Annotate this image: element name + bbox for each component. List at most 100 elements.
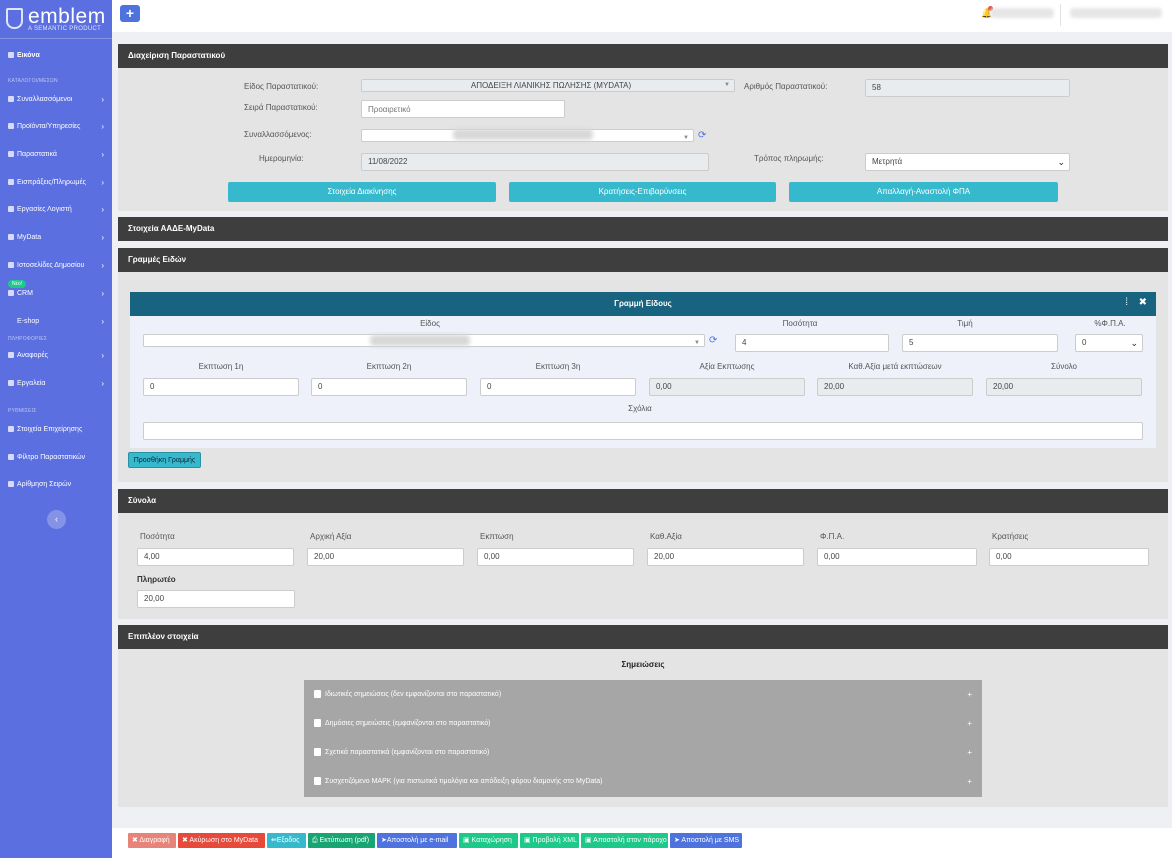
document-icon [8, 352, 14, 359]
payable-field[interactable]: 20,00 [137, 590, 295, 608]
note-label: Δημόσιες σημειώσεις (εμφανίζονται στο πα… [325, 720, 491, 727]
more-icon[interactable]: ⁞ [1125, 297, 1128, 308]
sidebar-item-eshop[interactable]: E-shop › [0, 315, 112, 329]
copy-icon [314, 748, 321, 757]
chevron-down-icon: ▼ [724, 82, 730, 88]
sidebar-item-label: Προϊόντα/Υπηρεσίες [17, 123, 81, 130]
footer-button[interactable]: ⎙ Εκτύπωση (pdf) [308, 833, 375, 848]
notes-title: Σημειώσεις [621, 660, 665, 669]
sidebar-item[interactable]: Παραστατικά › [0, 148, 112, 162]
item-label: Είδος [420, 319, 440, 328]
sidebar-item[interactable]: Αρίθμηση Σειρών [0, 478, 112, 492]
discount-value-field: 0,00 [649, 378, 805, 396]
footer-button[interactable]: ▣ Προβολή XML [520, 833, 579, 848]
totals-withholdings-label: Κρατήσεις [992, 532, 1029, 541]
sidebar-heading: ΠΛΗΡΟΦΟΡΙΕΣ [8, 336, 48, 342]
sidebar-item-dashboard[interactable]: Εικόνα [0, 49, 112, 63]
plus-icon[interactable]: + [967, 767, 972, 797]
extra-panel: Επιπλέον στοιχεία Σημειώσεις Ιδιωτικές σ… [118, 625, 1168, 807]
footer-button[interactable]: ➤ Αποστολή με SMS [670, 833, 742, 848]
totals-withholdings-field[interactable]: 0,00 [989, 548, 1149, 566]
qty-input[interactable]: 4 [735, 334, 889, 352]
company-selector[interactable] [990, 8, 1054, 18]
sidebar-collapse-button[interactable]: ‹ [47, 510, 66, 529]
plus-icon[interactable]: + [967, 680, 972, 710]
sidebar-item-crm[interactable]: CRM › [0, 287, 112, 301]
sidebar-item[interactable]: Ιστοσελίδες Δημοσίου › [0, 259, 112, 273]
footer-button[interactable]: ✖ Ακύρωση στο MyData [178, 833, 265, 848]
wrench-icon [8, 380, 14, 387]
sidebar-item-label: Ιστοσελίδες Δημοσίου [17, 262, 85, 269]
discount2-input[interactable]: 0 [311, 378, 467, 396]
delivery-details-button[interactable]: Στοιχεία Διακίνησης [228, 182, 496, 202]
note-accordion-item[interactable]: Ιδιωτικές σημειώσεις (δεν εμφανίζονται σ… [304, 680, 982, 710]
sidebar-item-label: CRM [17, 290, 33, 297]
user-menu[interactable] [1070, 8, 1162, 18]
totals-vat-field[interactable]: 0,00 [817, 548, 977, 566]
party-value-redacted [453, 129, 593, 140]
sidebar-item-reports[interactable]: Αναφορές › [0, 349, 112, 363]
comments-input[interactable] [143, 422, 1143, 440]
payment-select[interactable]: Μετρητά ⌄ [865, 153, 1070, 171]
globe-icon [8, 262, 14, 269]
doc-number-field: 58 [865, 79, 1070, 97]
discount1-input[interactable]: 0 [143, 378, 299, 396]
note-accordion-item[interactable]: Συσχετιζόμενο MAPK (για πιστωτικά τιμολό… [304, 767, 982, 797]
discount3-input[interactable]: 0 [480, 378, 636, 396]
chevron-right-icon: › [101, 351, 104, 360]
note-label: Σχετικά παραστατικά (εμφανίζονται στο πα… [325, 749, 490, 756]
aade-panel[interactable]: Στοιχεία ΑΑΔΕ-MyData [118, 217, 1168, 241]
vat-exemption-button[interactable]: Απαλλαγή-Αναστολή ΦΠΑ [789, 182, 1058, 202]
plus-icon[interactable]: + [967, 738, 972, 768]
chevron-right-icon: › [101, 289, 104, 298]
sidebar-item[interactable]: Στοιχεία Επιχείρησης [0, 423, 112, 437]
sidebar-item[interactable]: Προϊόντα/Υπηρεσίες › [0, 120, 112, 134]
chevron-down-icon: ▼ [683, 135, 689, 141]
sidebar-item-tools[interactable]: Εργαλεία › [0, 377, 112, 391]
doc-type-value: ΑΠΟΔΕΙΞΗ ΛΙΑΝΙΚΗΣ ΠΩΛΗΣΗΣ (MYDATA) [470, 81, 632, 90]
doc-type-select[interactable]: ΑΠΟΔΕΙΞΗ ΛΙΑΝΙΚΗΣ ΠΩΛΗΣΗΣ (MYDATA) ▼ [361, 79, 735, 92]
add-line-button[interactable]: Προσθήκη Γραμμής [128, 452, 201, 468]
cart-icon [8, 318, 14, 324]
chevron-right-icon: › [101, 178, 104, 187]
footer-button[interactable]: ⇚Εξοδος [267, 833, 306, 848]
sidebar-item[interactable]: Φίλτρο Παραστατικών [0, 451, 112, 465]
date-field[interactable]: 11/08/2022 [361, 153, 709, 171]
sidebar-item[interactable]: Εργασίες Λογιστή › [0, 203, 112, 217]
brand-logo[interactable]: emblem A SEMANTIC PRODUCT [6, 5, 110, 32]
price-input[interactable]: 5 [902, 334, 1058, 352]
sidebar-item[interactable]: Συναλλασσόμενοι › [0, 93, 112, 107]
footer-button[interactable]: ➤Αποστολή με e-mail [377, 833, 457, 848]
totals-initial-field[interactable]: 20,00 [307, 548, 464, 566]
comments-label: Σχόλια [628, 404, 652, 413]
doc-series-input[interactable] [361, 100, 565, 118]
totals-qty-field[interactable]: 4,00 [137, 548, 294, 566]
panel-title: Διαχείριση Παραστατικού [118, 44, 1168, 68]
note-accordion-item[interactable]: Δημόσιες σημειώσεις (εμφανίζονται στο πα… [304, 709, 982, 739]
vat-select[interactable]: 0 ⌄ [1075, 334, 1143, 352]
totals-net-field[interactable]: 20,00 [647, 548, 804, 566]
add-button[interactable]: + [120, 5, 140, 22]
note-accordion-item[interactable]: Σχετικά παραστατικά (εμφανίζονται στο πα… [304, 738, 982, 768]
lines-panel: Γραμμές Ειδών Γραμμή Είδους ⁞ ✖ Είδος ▼ … [118, 248, 1168, 482]
net-value-field: 20,00 [817, 378, 973, 396]
discount1-label: Εκπτωση 1η [198, 362, 244, 371]
totals-discount-field[interactable]: 0,00 [477, 548, 634, 566]
close-icon[interactable]: ✖ [1139, 297, 1147, 308]
document-panel: Διαχείριση Παραστατικού Είδος Παραστατικ… [118, 44, 1168, 211]
withholdings-button[interactable]: Κρατήσεις-Επιβαρύνσεις [509, 182, 776, 202]
plus-icon[interactable]: + [967, 709, 972, 739]
payable-label: Πληρωτέο [137, 575, 176, 584]
vat-value: 0 [1082, 338, 1087, 347]
refresh-icon[interactable]: ⟳ [709, 335, 717, 346]
footer-button[interactable]: ▣ Καταχώρηση [459, 833, 518, 848]
refresh-icon[interactable]: ⟳ [698, 130, 706, 141]
sidebar-item-label: Στοιχεία Επιχείρησης [17, 426, 83, 433]
totals-vat-label: Φ.Π.Α. [820, 532, 845, 541]
footer-button[interactable]: ✖ Διαγραφή [128, 833, 176, 848]
sidebar-item[interactable]: MyData › [0, 231, 112, 245]
sidebar-item[interactable]: Εισπράξεις/Πληρωμές › [0, 176, 112, 190]
discount-value-label: Αξία Εκπτωσης [699, 362, 755, 371]
chevron-right-icon: › [101, 122, 104, 131]
footer-button[interactable]: ▣ Αποστολή στον πάροχο [581, 833, 668, 848]
